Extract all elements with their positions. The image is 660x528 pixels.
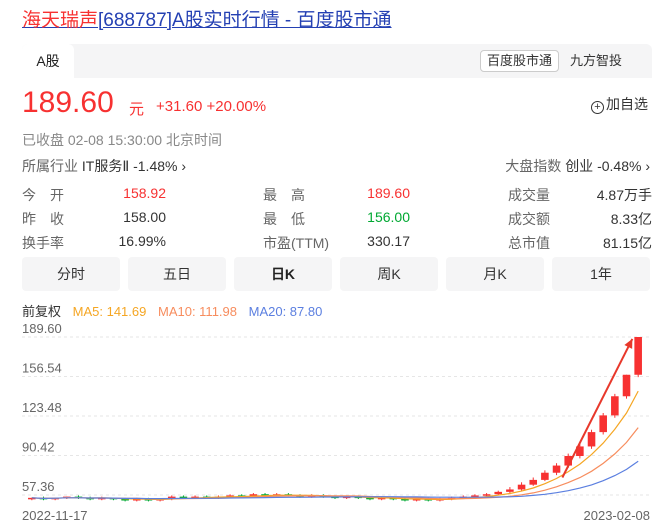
open-value: 158.92	[123, 185, 166, 201]
stat-row: 换手率 16.99% 市盈(TTM) 330.17 总市值 81.15亿	[22, 230, 652, 254]
index-label: 大盘指数	[505, 158, 562, 174]
pe-label: 市盈(TTM)	[263, 235, 330, 251]
source-badge[interactable]: 百度股市通	[480, 50, 560, 72]
ma5-legend: MA5: 141.69	[72, 304, 147, 319]
tab-a-share[interactable]: A股	[22, 44, 74, 78]
market-status: 已收盘 02-08 15:30:00 北京时间	[22, 132, 222, 148]
high-value: 189.60	[367, 185, 410, 201]
candle-body	[517, 484, 526, 490]
y-tick-label: 156.54	[22, 361, 62, 376]
stock-code[interactable]: [688787]	[98, 10, 172, 31]
candle-body	[552, 465, 561, 473]
index-value: 创业 -0.48% ›	[565, 158, 650, 174]
industry-label: 所属行业	[22, 158, 78, 174]
price-unit: 元	[129, 101, 145, 118]
add-watchlist-button[interactable]: + 加自选	[591, 94, 648, 114]
market-cap-value: 81.15亿	[602, 235, 652, 251]
tab-one-year[interactable]: 1年	[552, 257, 650, 291]
chart-legend: 前复权 MA5: 141.69 MA10: 111.98 MA20: 87.80	[22, 301, 330, 320]
low-label: 最 低	[263, 211, 305, 227]
open-label: 今 开	[22, 187, 64, 203]
plus-circle-icon: +	[591, 101, 604, 114]
x-start-label: 2022-11-17	[22, 508, 88, 523]
stats-panel: 今 开 158.92 最 高 189.60 成交量 4.87万手 昨 收 158…	[22, 182, 652, 254]
volume-value: 4.87万手	[596, 187, 652, 203]
title-suffix[interactable]: A股实时行情 - 百度股市通	[172, 10, 392, 31]
source-link[interactable]: 九方智投	[570, 50, 622, 72]
stock-name[interactable]: 海天瑞声	[22, 10, 98, 31]
volume-label: 成交量	[508, 187, 550, 203]
x-end-label: 2023-02-08	[584, 508, 651, 523]
pe-value: 330.17	[367, 233, 410, 249]
kline-chart[interactable]: 189.60 156.54 123.48 90.42 57.36 2022-11-17 20…	[0, 320, 660, 528]
candle-body	[529, 479, 538, 485]
kline-svg[interactable]: 189.60 156.54 123.48 90.42 57.36 2022-11-17 20…	[0, 320, 660, 528]
tab-monthly-k[interactable]: 月K	[446, 257, 544, 291]
turnover-label: 换手率	[22, 235, 64, 251]
ma10-line	[31, 427, 639, 500]
ma10-legend: MA10: 111.98	[157, 304, 237, 319]
amount-label: 成交额	[508, 211, 550, 227]
stat-row: 今 开 158.92 最 高 189.60 成交量 4.87万手	[22, 182, 652, 206]
top-bar: A股 百度股市通 九方智投	[22, 44, 652, 78]
y-tick-label: 90.42	[22, 440, 55, 455]
tab-intraday[interactable]: 分时	[22, 257, 120, 291]
adjust-mode[interactable]: 前复权	[22, 304, 61, 319]
candle-body	[506, 489, 514, 492]
y-tick-label: 57.36	[22, 479, 55, 494]
price-change: +31.60 +20.00%	[156, 98, 267, 115]
amount-value: 8.33亿	[610, 211, 652, 227]
prev-close-value: 158.00	[123, 209, 166, 225]
y-tick-label: 189.60	[22, 321, 62, 336]
ma5-line	[31, 390, 639, 501]
market-cap-label: 总市值	[508, 235, 550, 251]
industry-link[interactable]: 所属行业 IT服务Ⅱ -1.48% ›	[22, 156, 186, 176]
ma20-legend: MA20: 87.80	[248, 304, 323, 319]
prev-close-label: 昨 收	[22, 211, 64, 227]
candle-body	[634, 337, 642, 375]
candle-body	[599, 415, 607, 433]
ma20-line	[31, 460, 639, 500]
trend-arrow-line	[561, 338, 634, 478]
tab-daily-k[interactable]: 日K	[234, 257, 332, 291]
candle-body	[541, 472, 549, 480]
candle-body	[611, 396, 619, 416]
industry-value: IT服务Ⅱ -1.48% ›	[81, 158, 187, 174]
period-tabs: 分时 五日 日K 周K 月K 1年	[22, 257, 652, 291]
candle-body	[587, 432, 596, 447]
stat-row: 昨 收 158.00 最 低 156.00 成交额 8.33亿	[22, 206, 652, 230]
tab-five-day[interactable]: 五日	[128, 257, 226, 291]
index-link[interactable]: 大盘指数 创业 -0.48% ›	[505, 156, 650, 176]
tab-weekly-k[interactable]: 周K	[340, 257, 438, 291]
candle-body	[494, 491, 503, 495]
candle-body	[622, 374, 631, 397]
turnover-value: 16.99%	[118, 233, 166, 249]
add-watchlist-label: 加自选	[606, 96, 648, 112]
candle-body	[482, 494, 491, 496]
page-title[interactable]: 海天瑞声[688787]A股实时行情 - 百度股市通	[22, 5, 392, 32]
high-label: 最 高	[263, 187, 305, 203]
current-price: 189.60	[22, 86, 114, 119]
y-tick-label: 123.48	[22, 400, 62, 415]
low-value: 156.00	[367, 209, 410, 225]
